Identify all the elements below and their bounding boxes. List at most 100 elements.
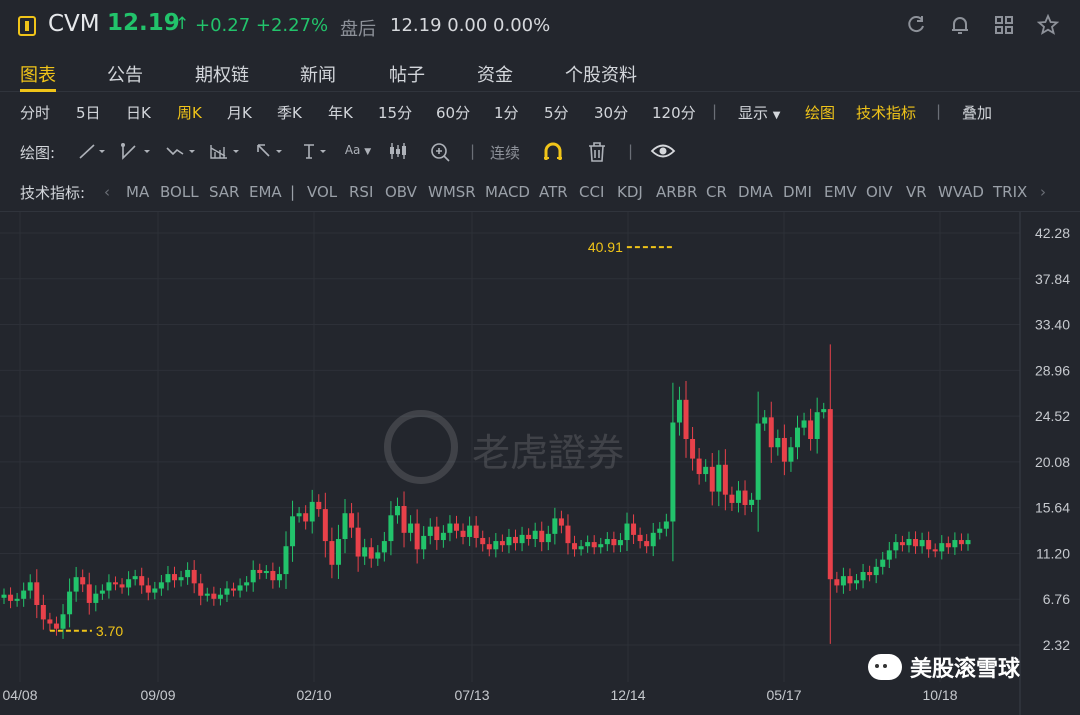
candle-body bbox=[414, 523, 420, 550]
candle-body bbox=[381, 541, 387, 553]
indicator-trix[interactable]: TRIX bbox=[993, 183, 1027, 201]
indicator-dmi[interactable]: DMI bbox=[783, 183, 812, 201]
period-5min[interactable]: 5分 bbox=[544, 102, 569, 123]
candle-body bbox=[401, 506, 407, 533]
tech-indicator-toggle[interactable]: 技术指标 bbox=[856, 102, 916, 123]
candle-body bbox=[880, 559, 886, 567]
period-intraday[interactable]: 分时 bbox=[20, 102, 50, 123]
period-weekly[interactable]: 周K bbox=[177, 102, 202, 123]
font-tool[interactable]: Aa ▼ bbox=[341, 143, 375, 163]
separator: | bbox=[290, 183, 296, 201]
tab-announcements[interactable]: 公告 bbox=[107, 61, 143, 87]
indicator-kdj[interactable]: KDJ bbox=[617, 183, 643, 201]
candle-body bbox=[775, 437, 781, 448]
period-60min[interactable]: 60分 bbox=[436, 102, 470, 123]
grid-icon[interactable] bbox=[992, 14, 1016, 38]
ticker-symbol: CVM bbox=[48, 11, 100, 37]
trash-icon[interactable] bbox=[584, 142, 610, 162]
period-1min[interactable]: 1分 bbox=[494, 102, 519, 123]
indicator-sar[interactable]: SAR bbox=[209, 183, 239, 201]
indicator-cr[interactable]: CR bbox=[706, 183, 727, 201]
candle-body bbox=[362, 547, 368, 557]
indicator-ma[interactable]: MA bbox=[126, 183, 149, 201]
price-change: +0.27 +2.27% bbox=[195, 15, 329, 36]
indicator-boll[interactable]: BOLL bbox=[160, 183, 199, 201]
indicator-arbr[interactable]: ARBR bbox=[656, 183, 697, 201]
chevron-left-icon[interactable]: ‹ bbox=[104, 183, 110, 201]
separator: | bbox=[712, 102, 718, 120]
period-15min[interactable]: 15分 bbox=[378, 102, 412, 123]
tab-posts[interactable]: 帖子 bbox=[389, 61, 425, 87]
y-tick-label: 33.40 bbox=[1035, 317, 1070, 333]
magnet-icon[interactable] bbox=[540, 142, 566, 162]
line-tool-icon[interactable] bbox=[78, 142, 105, 162]
candle-body bbox=[276, 574, 282, 581]
ray-tool-icon[interactable] bbox=[120, 142, 150, 162]
candle-body bbox=[303, 513, 309, 522]
separator: | bbox=[470, 142, 476, 160]
zoom-icon[interactable] bbox=[428, 142, 454, 162]
candle-tool-icon[interactable] bbox=[385, 142, 411, 162]
period-quarterly[interactable]: 季K bbox=[277, 102, 302, 123]
arrow-tool-icon[interactable] bbox=[255, 142, 282, 162]
refresh-icon[interactable] bbox=[904, 14, 928, 38]
candle-body bbox=[237, 585, 243, 591]
indicator-rsi[interactable]: RSI bbox=[349, 183, 373, 201]
tab-news[interactable]: 新闻 bbox=[300, 61, 336, 87]
candle-body bbox=[204, 593, 210, 596]
indicator-wvad[interactable]: WVAD bbox=[938, 183, 984, 201]
after-hours-quote: 12.19 0.00 0.00% bbox=[390, 15, 551, 36]
candle-body bbox=[467, 525, 473, 537]
eye-icon[interactable] bbox=[650, 142, 676, 162]
candle-body bbox=[965, 540, 971, 545]
candle-body bbox=[473, 525, 479, 538]
display-label: 显示 bbox=[738, 104, 769, 122]
continuous-draw-toggle[interactable]: 连续 bbox=[490, 142, 520, 163]
indicator-dma[interactable]: DMA bbox=[738, 183, 773, 201]
candle-body bbox=[762, 417, 768, 424]
tab-option-chain[interactable]: 期权链 bbox=[195, 61, 249, 87]
indicator-cci[interactable]: CCI bbox=[579, 183, 604, 201]
period-selector: 分时 5日 日K 周K 月K 季K 年K 15分 60分 1分 5分 30分 1… bbox=[0, 92, 1080, 132]
candle-body bbox=[165, 574, 171, 583]
candle-body bbox=[106, 582, 112, 591]
brand-badge: 美股滚雪球 bbox=[868, 651, 1020, 683]
draw-toggle[interactable]: 绘图 bbox=[805, 102, 835, 123]
indicator-macd[interactable]: MACD bbox=[485, 183, 530, 201]
candle-body bbox=[552, 518, 558, 534]
price-chart[interactable]: 42.28 37.84 33.40 28.96 24.52 20.08 15.64 11.20… bbox=[0, 212, 1080, 715]
indicator-obv[interactable]: OBV bbox=[385, 183, 417, 201]
fib-tool-icon[interactable] bbox=[209, 142, 239, 162]
candle-body bbox=[690, 439, 696, 459]
tab-capital-flow[interactable]: 资金 bbox=[477, 61, 513, 87]
candle-body bbox=[932, 549, 938, 552]
period-daily[interactable]: 日K bbox=[126, 102, 151, 123]
text-tool-icon[interactable] bbox=[301, 142, 327, 162]
indicator-atr[interactable]: ATR bbox=[539, 183, 568, 201]
indicator-emv[interactable]: EMV bbox=[824, 183, 857, 201]
indicator-wmsr[interactable]: WMSR bbox=[428, 183, 476, 201]
candle-body bbox=[217, 594, 223, 599]
indicator-vol[interactable]: VOL bbox=[307, 183, 337, 201]
indicator-oiv[interactable]: OIV bbox=[866, 183, 893, 201]
candle-body bbox=[657, 528, 663, 533]
period-30min[interactable]: 30分 bbox=[594, 102, 628, 123]
indicator-ema[interactable]: EMA bbox=[249, 183, 282, 201]
indicator-vr[interactable]: VR bbox=[906, 183, 927, 201]
bell-icon[interactable] bbox=[948, 14, 972, 38]
chevron-right-icon[interactable]: › bbox=[1040, 183, 1046, 201]
candle-body bbox=[27, 582, 33, 591]
period-monthly[interactable]: 月K bbox=[227, 102, 252, 123]
period-yearly[interactable]: 年K bbox=[328, 102, 353, 123]
candle-body bbox=[913, 539, 919, 547]
polyline-tool-icon[interactable] bbox=[165, 142, 195, 162]
tab-company-profile[interactable]: 个股资料 bbox=[565, 61, 637, 87]
tab-chart[interactable]: 图表 bbox=[20, 61, 56, 87]
overlay-button[interactable]: 叠加 bbox=[962, 102, 992, 123]
candle-body bbox=[112, 582, 118, 585]
star-icon[interactable] bbox=[1036, 13, 1060, 38]
period-5day[interactable]: 5日 bbox=[76, 102, 101, 123]
candle-body bbox=[755, 423, 761, 500]
display-dropdown[interactable]: 显示 ▼ bbox=[738, 102, 781, 123]
period-120min[interactable]: 120分 bbox=[652, 102, 696, 123]
